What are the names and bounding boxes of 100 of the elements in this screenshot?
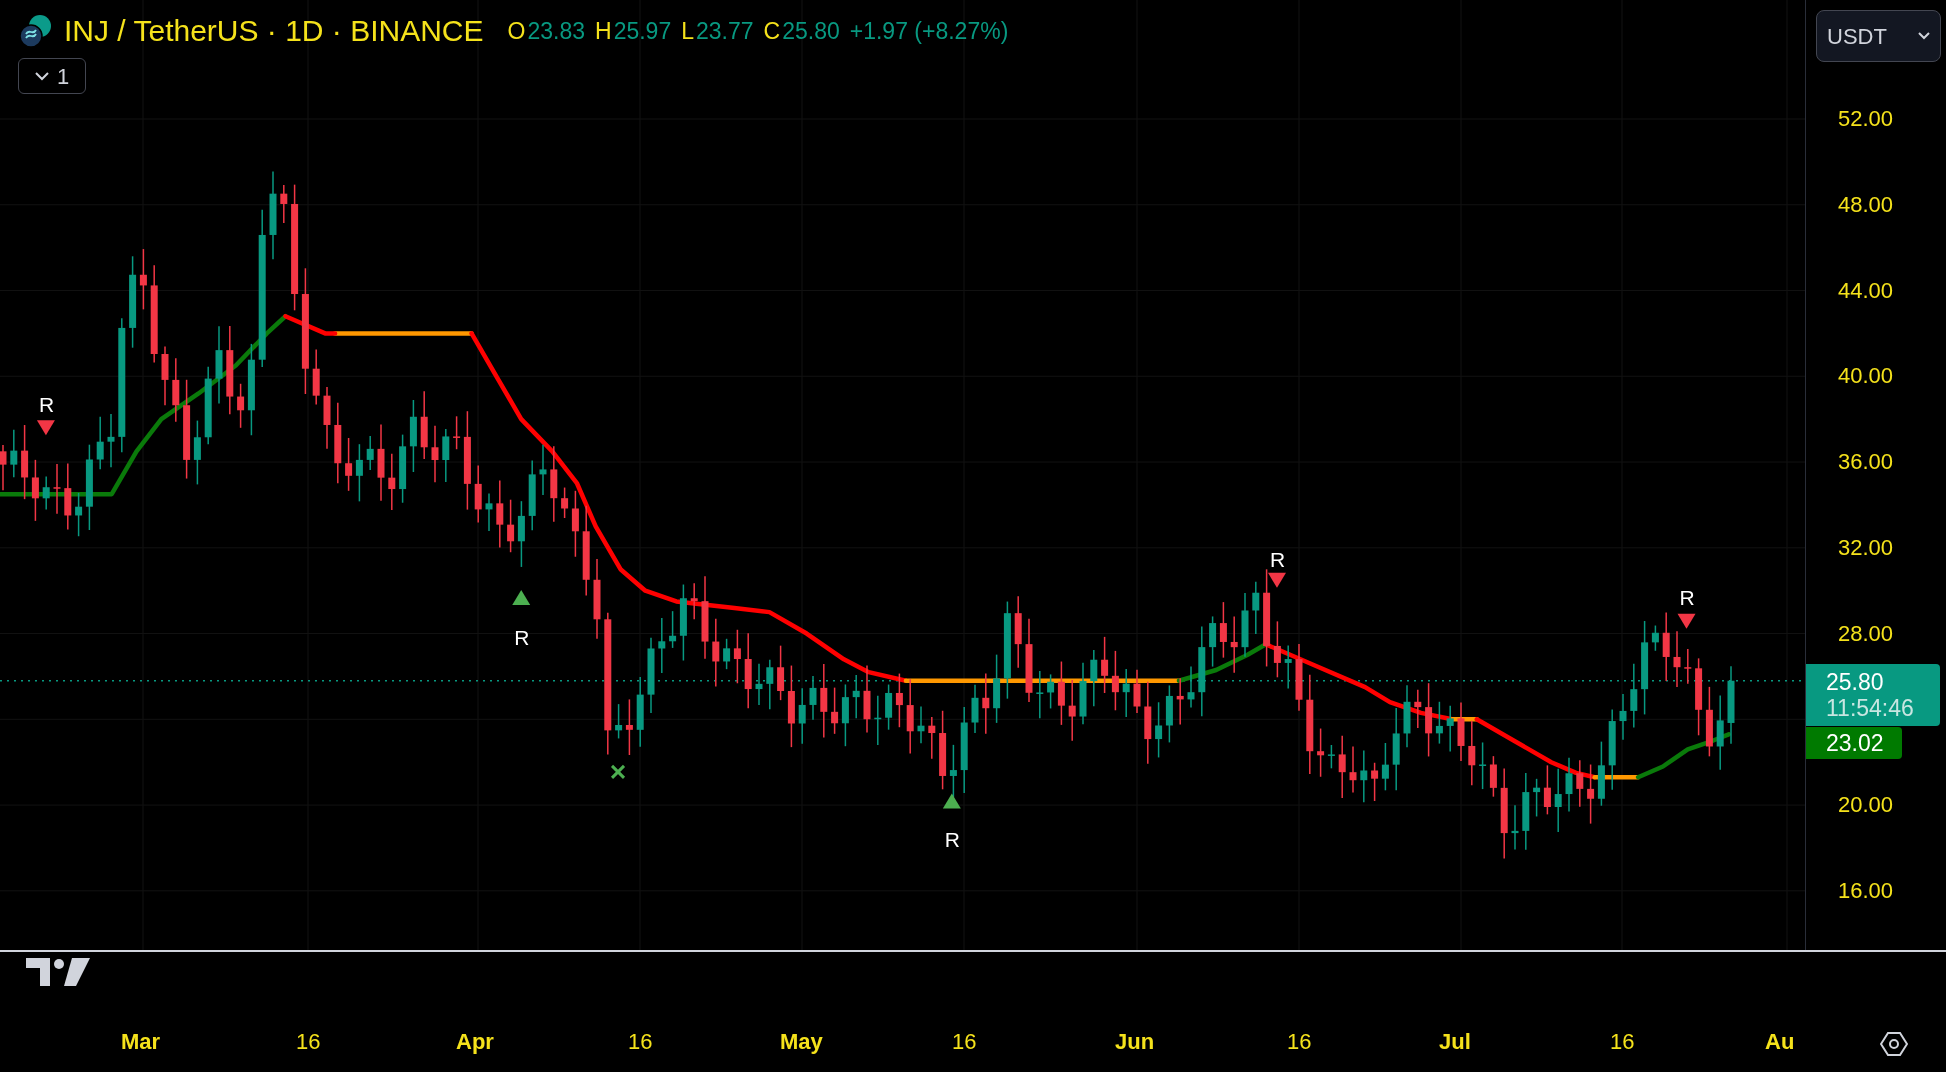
candlestick: [561, 486, 569, 519]
candlestick: [161, 345, 169, 406]
ohlc-value: L23.77: [681, 19, 754, 43]
time-label: 16: [628, 1031, 653, 1053]
signal-label: R: [38, 393, 55, 415]
signal-label: R: [944, 829, 960, 851]
candlestick: [507, 498, 515, 553]
chevron-down-icon: [34, 71, 49, 81]
candlestick: [1619, 693, 1627, 741]
logo-icon[interactable]: [26, 958, 90, 988]
candlestick: [1133, 668, 1141, 714]
candlestick: [982, 672, 990, 735]
candlestick: [949, 744, 957, 798]
candlestick: [496, 479, 504, 549]
candlestick: [107, 413, 115, 468]
indicator-toggle-button[interactable]: 1: [18, 58, 86, 94]
candlestick: [733, 629, 741, 684]
price-label: 44.00: [1838, 279, 1894, 302]
candlestick: [625, 698, 633, 756]
candlestick: [690, 582, 698, 620]
candlestick: [1684, 648, 1692, 685]
sell-triangle-icon: [36, 420, 55, 436]
signal-label: R: [1270, 548, 1286, 570]
candlestick: [399, 433, 407, 504]
candlestick: [1273, 620, 1281, 679]
time-label: Jun: [1115, 1031, 1155, 1053]
candlestick: [1241, 592, 1249, 658]
candlestick: [669, 610, 677, 649]
price-label: 40.00: [1838, 365, 1894, 388]
candlestick: [1111, 650, 1119, 712]
time-label: 16: [296, 1031, 321, 1053]
candlestick: [1479, 741, 1487, 790]
candlestick: [139, 248, 147, 311]
candlestick: [1219, 601, 1227, 659]
candlestick: [1565, 757, 1573, 813]
currency-dropdown[interactable]: USDT: [1816, 10, 1941, 62]
signal-label: R: [514, 626, 530, 648]
candlestick: [1230, 615, 1238, 674]
candlestick: [1576, 759, 1584, 808]
candlestick: [172, 357, 180, 423]
candlestick: [571, 490, 579, 558]
candlestick: [64, 462, 72, 531]
candlestick: [917, 705, 925, 744]
candlestick: [75, 492, 83, 537]
candlestick: [1705, 686, 1713, 758]
candlestick: [1090, 649, 1098, 707]
candlestick: [1327, 744, 1335, 770]
time-label: May: [780, 1031, 823, 1053]
candlestick: [485, 492, 493, 532]
candlestick: [1533, 778, 1541, 818]
candlestick: [1457, 701, 1465, 762]
candlestick: [1079, 662, 1087, 725]
price-label: 28.00: [1838, 622, 1894, 645]
candlestick: [1252, 581, 1260, 635]
candlestick: [658, 617, 666, 674]
candlestick: [1360, 749, 1368, 803]
candlestick: [442, 428, 450, 483]
candlestick: [723, 638, 731, 670]
candlestick: [1101, 636, 1109, 694]
candlestick: [1414, 689, 1422, 729]
candlestick: [1381, 742, 1389, 792]
time-label: Jul: [1439, 1031, 1471, 1053]
candlestick: [1651, 624, 1659, 652]
price-change: +1.97 (+8.27%): [849, 19, 1009, 43]
candlestick: [1176, 677, 1184, 726]
time-label: Mar: [121, 1031, 161, 1053]
price-label: 52.00: [1838, 108, 1894, 130]
ohlc-value: O23.83: [507, 19, 585, 43]
candlestick: [474, 464, 482, 524]
candlestick: [1543, 764, 1551, 816]
candlestick: [1295, 643, 1303, 712]
candlestick: [345, 437, 353, 492]
candlestick: [809, 675, 817, 721]
candlestick: [1554, 768, 1562, 833]
candlestick: [1630, 662, 1638, 729]
candlestick: [237, 383, 245, 429]
settings-icon[interactable]: [1880, 1030, 1908, 1058]
cross-icon: [610, 764, 626, 780]
time-label: 16: [952, 1031, 977, 1053]
signal-label: R: [1679, 587, 1695, 609]
symbol-title: INJ / TetherUS · 1D · BINANCE: [64, 16, 484, 46]
candlestick: [798, 687, 806, 745]
candlestick: [10, 429, 18, 479]
ohlc-value: H 25.97: [595, 19, 672, 43]
candlestick: [1371, 762, 1379, 802]
candlestick: [1338, 735, 1346, 799]
candlestick: [528, 459, 536, 531]
candlestick: [366, 435, 374, 471]
candlestick: [1468, 719, 1476, 787]
candlestick: [615, 703, 623, 740]
candlestick: [517, 500, 525, 568]
candlestick: [636, 676, 644, 748]
candlestick: [841, 683, 849, 747]
candlestick: [1403, 684, 1411, 748]
candlestick: [1317, 727, 1325, 778]
candlestick: [388, 453, 396, 511]
last-price: 25.80: [1826, 669, 1885, 695]
time-label: Au: [1765, 1031, 1795, 1053]
candlestick: [755, 663, 763, 706]
candlestick: [193, 419, 201, 486]
